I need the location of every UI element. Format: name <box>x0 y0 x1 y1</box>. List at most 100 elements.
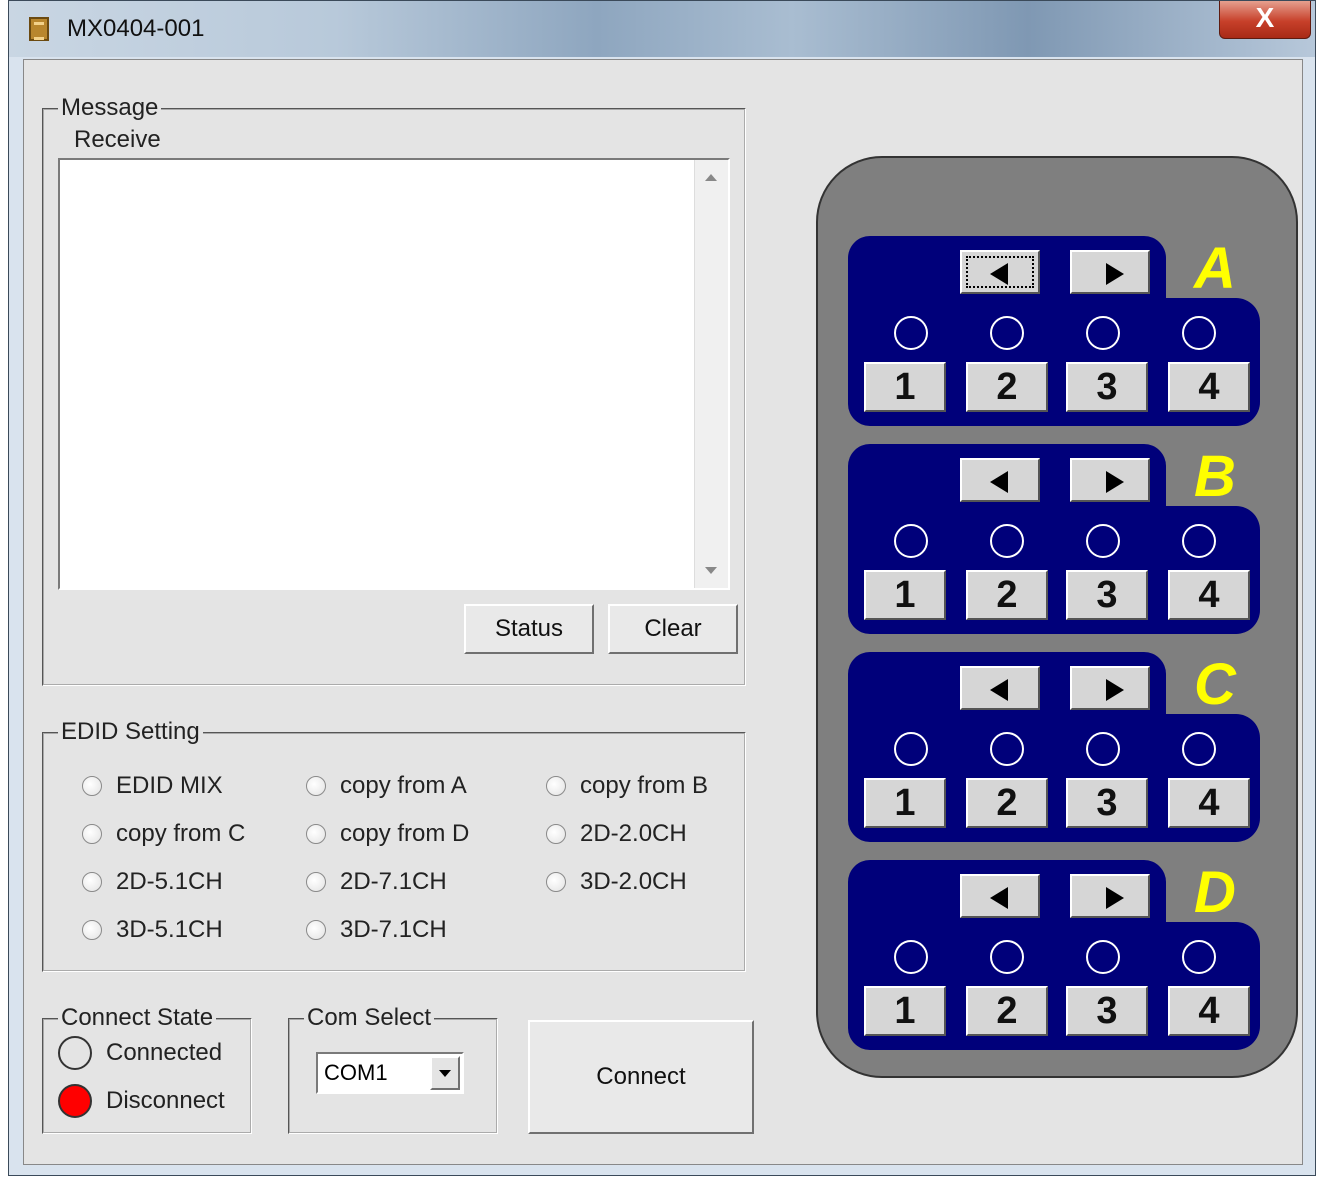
port-led-icon <box>1086 732 1120 766</box>
port-led-icon <box>990 316 1024 350</box>
receive-scrollbar[interactable] <box>694 160 728 588</box>
port-led-icon <box>1086 940 1120 974</box>
client-area: Message Receive Status Clear EDID Settin… <box>23 59 1303 1165</box>
title-bar[interactable]: MX0404-001 X <box>9 1 1315 57</box>
port-led-icon <box>1182 316 1216 350</box>
port-button-1[interactable]: 1 <box>864 778 946 828</box>
output-letter: B <box>1194 444 1236 509</box>
radio-circle-icon <box>82 776 102 796</box>
edid-radio-2d-7-1ch[interactable]: 2D-7.1CH <box>306 868 447 896</box>
app-window: MX0404-001 X Message Receive Status Clea… <box>8 0 1316 1176</box>
port-button-4[interactable]: 4 <box>1168 986 1250 1036</box>
port-button-4[interactable]: 4 <box>1168 570 1250 620</box>
radio-circle-icon <box>82 824 102 844</box>
port-led-icon <box>1182 732 1216 766</box>
scroll-down-arrow-icon[interactable] <box>705 567 717 574</box>
port-led-icon <box>894 524 928 558</box>
prev-button[interactable] <box>960 666 1040 710</box>
port-button-2[interactable]: 2 <box>966 986 1048 1036</box>
port-led-icon <box>1086 524 1120 558</box>
clear-button[interactable]: Clear <box>608 604 738 654</box>
edid-radio-copy-from-d[interactable]: copy from D <box>306 820 469 848</box>
com-select-title: Com Select <box>304 1004 435 1032</box>
port-led-icon <box>894 732 928 766</box>
radio-circle-icon <box>82 920 102 940</box>
matrix-switch-panel: A 1 2 3 4 B 1 2 3 4 C 1 2 3 4 D 1 2 3 4 <box>816 156 1298 1078</box>
edid-setting-title: EDID Setting <box>58 718 203 746</box>
port-button-4[interactable]: 4 <box>1168 362 1250 412</box>
prev-button[interactable] <box>960 250 1040 294</box>
output-letter: A <box>1194 236 1236 301</box>
radio-circle-icon <box>306 824 326 844</box>
dropdown-arrow-icon[interactable] <box>430 1056 460 1090</box>
connect-state-title: Connect State <box>58 1004 217 1032</box>
com-port-select[interactable]: COM1 <box>316 1052 464 1094</box>
port-button-1[interactable]: 1 <box>864 570 946 620</box>
port-button-1[interactable]: 1 <box>864 986 946 1036</box>
edid-radio-3d-5-1ch[interactable]: 3D-5.1CH <box>82 916 223 944</box>
edid-radio-copy-from-a[interactable]: copy from A <box>306 772 467 800</box>
prev-button[interactable] <box>960 874 1040 918</box>
right-arrow-icon <box>1106 471 1124 493</box>
radio-circle-icon <box>306 872 326 892</box>
receive-label: Receive <box>74 126 161 153</box>
scroll-up-arrow-icon[interactable] <box>705 174 717 181</box>
port-button-2[interactable]: 2 <box>966 778 1048 828</box>
edid-radio-2d-5-1ch[interactable]: 2D-5.1CH <box>82 868 223 896</box>
close-button[interactable]: X <box>1219 1 1311 39</box>
port-button-2[interactable]: 2 <box>966 362 1048 412</box>
radio-circle-icon <box>546 776 566 796</box>
edid-radio-2d-2-0ch[interactable]: 2D-2.0CH <box>546 820 687 848</box>
output-block-d: D 1 2 3 4 <box>848 860 1260 1052</box>
right-arrow-icon <box>1106 887 1124 909</box>
port-led-icon <box>990 524 1024 558</box>
edid-radio-edid-mix[interactable]: EDID MIX <box>82 772 223 800</box>
app-icon <box>29 17 49 41</box>
left-arrow-icon <box>990 679 1008 701</box>
output-block-b: B 1 2 3 4 <box>848 444 1260 636</box>
connected-led-icon <box>58 1036 92 1070</box>
output-letter: C <box>1194 652 1236 717</box>
port-button-3[interactable]: 3 <box>1066 362 1148 412</box>
status-button[interactable]: Status <box>464 604 594 654</box>
port-button-2[interactable]: 2 <box>966 570 1048 620</box>
port-led-icon <box>1182 940 1216 974</box>
left-arrow-icon <box>990 887 1008 909</box>
radio-circle-icon <box>306 920 326 940</box>
edid-radio-3d-7-1ch[interactable]: 3D-7.1CH <box>306 916 447 944</box>
port-button-3[interactable]: 3 <box>1066 570 1148 620</box>
port-led-icon <box>894 940 928 974</box>
output-block-c: C 1 2 3 4 <box>848 652 1260 844</box>
radio-circle-icon <box>306 776 326 796</box>
edid-radio-copy-from-b[interactable]: copy from B <box>546 772 708 800</box>
com-port-value: COM1 <box>324 1060 388 1085</box>
connected-indicator: Connected <box>58 1036 222 1070</box>
next-button[interactable] <box>1070 250 1150 294</box>
disconnect-indicator: Disconnect <box>58 1084 225 1118</box>
next-button[interactable] <box>1070 666 1150 710</box>
next-button[interactable] <box>1070 874 1150 918</box>
port-led-icon <box>990 732 1024 766</box>
output-block-a: A 1 2 3 4 <box>848 236 1260 428</box>
radio-circle-icon <box>82 872 102 892</box>
window-title: MX0404-001 <box>67 15 205 42</box>
edid-radio-copy-from-c[interactable]: copy from C <box>82 820 245 848</box>
port-led-icon <box>1086 316 1120 350</box>
next-button[interactable] <box>1070 458 1150 502</box>
prev-button[interactable] <box>960 458 1040 502</box>
port-led-icon <box>1182 524 1216 558</box>
left-arrow-icon <box>990 263 1008 285</box>
output-letter: D <box>1194 860 1236 925</box>
receive-textarea[interactable] <box>58 158 730 590</box>
port-led-icon <box>894 316 928 350</box>
disconnect-led-icon <box>58 1084 92 1118</box>
right-arrow-icon <box>1106 679 1124 701</box>
radio-circle-icon <box>546 824 566 844</box>
port-button-3[interactable]: 3 <box>1066 986 1148 1036</box>
edid-radio-3d-2-0ch[interactable]: 3D-2.0CH <box>546 868 687 896</box>
connect-button[interactable]: Connect <box>528 1020 754 1134</box>
port-led-icon <box>990 940 1024 974</box>
port-button-3[interactable]: 3 <box>1066 778 1148 828</box>
port-button-4[interactable]: 4 <box>1168 778 1250 828</box>
port-button-1[interactable]: 1 <box>864 362 946 412</box>
